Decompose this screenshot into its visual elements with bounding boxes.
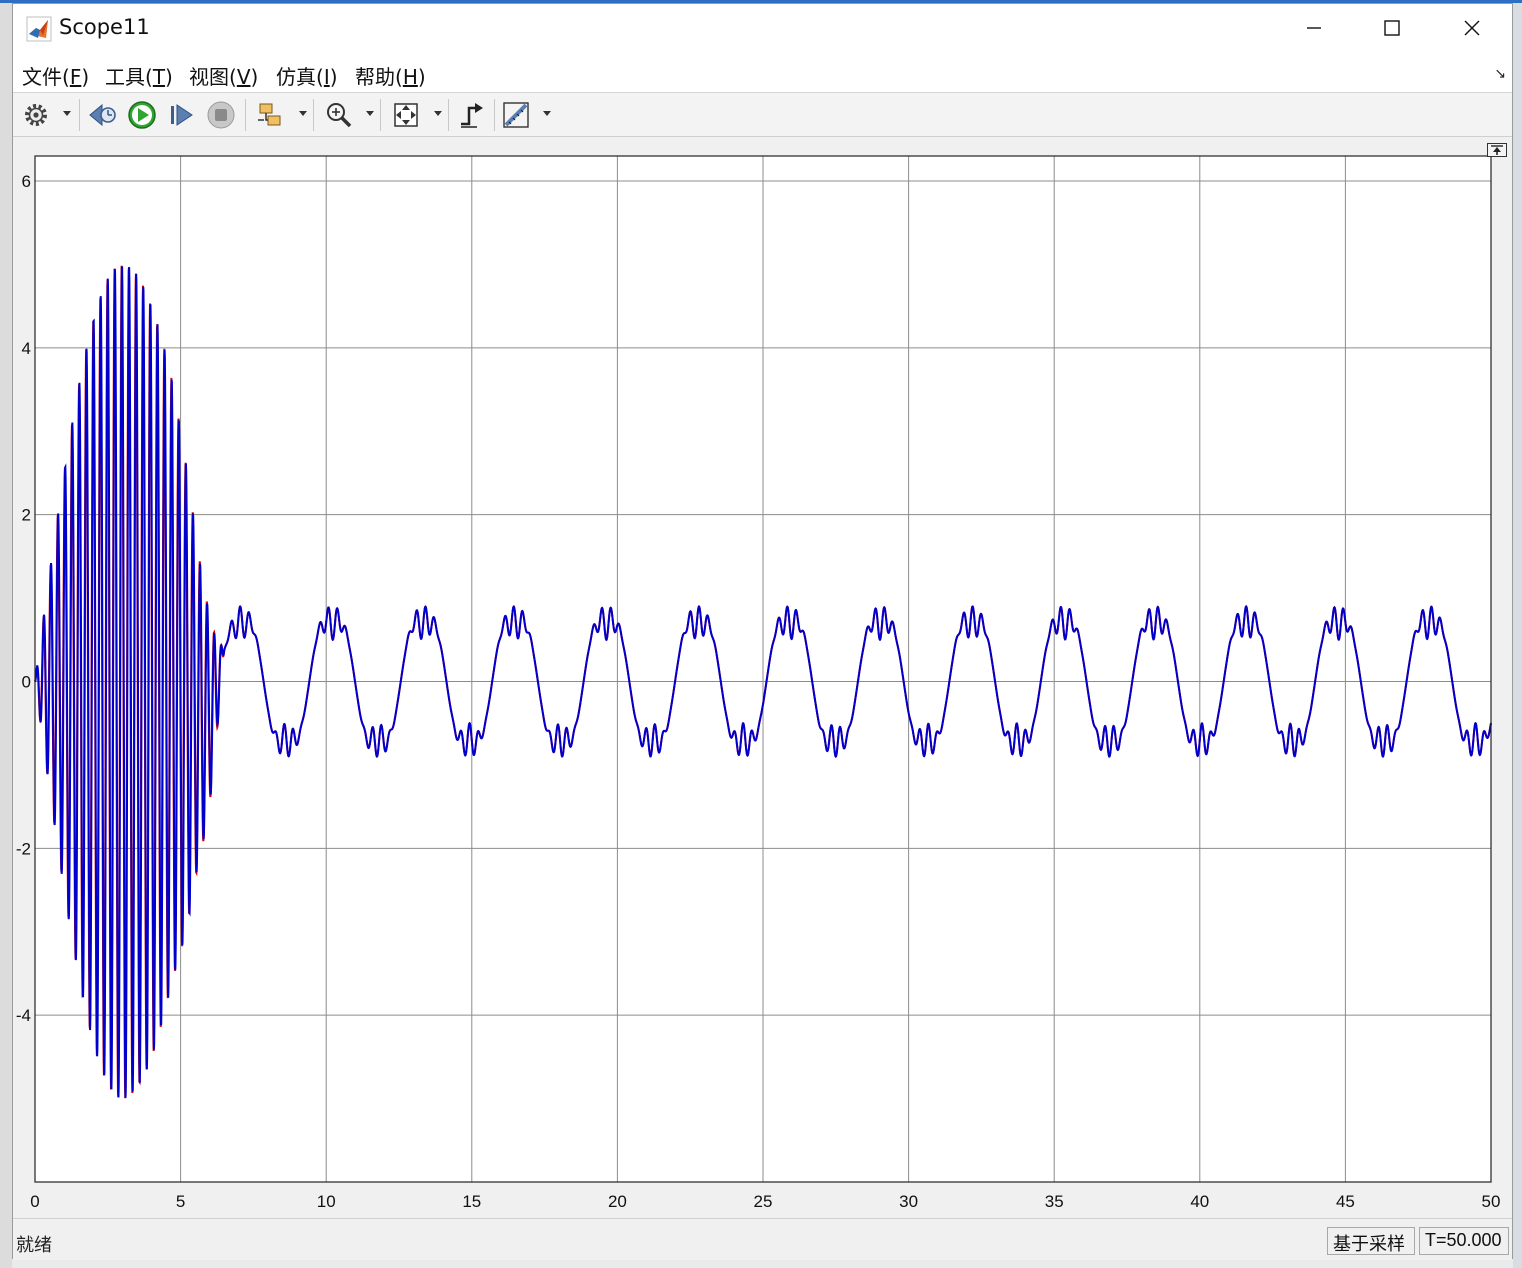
scope-window: Scope11 文件(F) 工具(T) 视图(V) 仿真(I) 帮助(H) ↘	[12, 3, 1513, 1260]
run-button[interactable]	[126, 99, 158, 131]
matlab-logo-icon	[26, 16, 52, 42]
stop-button[interactable]	[205, 99, 237, 131]
step-forward-button[interactable]	[165, 99, 197, 131]
menu-file-tail: )	[81, 65, 90, 89]
menu-view[interactable]: 视图(V)	[189, 61, 258, 90]
highlight-block-icon	[258, 103, 281, 126]
x-tick-label: 20	[608, 1192, 627, 1211]
autoscale-button[interactable]	[390, 99, 422, 131]
y-tick-label: -2	[16, 839, 31, 858]
settings-dropdown-icon[interactable]	[63, 111, 71, 116]
desktop-background-left	[0, 0, 12, 1268]
undock-button[interactable]	[1487, 142, 1507, 157]
menu-tools-label: 工具(	[105, 65, 153, 89]
title-bar[interactable]: Scope11	[13, 4, 1512, 52]
x-tick-label: 40	[1190, 1192, 1209, 1211]
menu-tools-tail: )	[165, 65, 173, 89]
menu-help-key: H	[402, 65, 418, 89]
trigger-button[interactable]	[456, 99, 488, 131]
fit-to-view-icon	[394, 103, 418, 127]
step-forward-icon	[171, 104, 193, 126]
menu-file-key: F	[69, 65, 82, 89]
y-tick-label: 6	[22, 172, 31, 191]
trigger-icon	[461, 103, 483, 128]
zoom-button[interactable]	[323, 99, 355, 131]
toolbar	[13, 92, 1512, 137]
measure-button[interactable]	[500, 99, 532, 131]
menu-simulation-tail: )	[329, 65, 338, 89]
highlight-button[interactable]	[255, 99, 287, 131]
x-tick-label: 0	[30, 1192, 39, 1211]
toolbar-separator	[380, 99, 381, 131]
menu-view-label: 视图(	[189, 65, 237, 89]
scope-axes[interactable]: 0 5 10 15 20 25 30 35 40 45 506420-2-4	[13, 137, 1512, 1218]
y-tick-label: -4	[16, 1006, 31, 1025]
x-tick-label: 10	[317, 1192, 336, 1211]
menu-file-label: 文件(	[22, 65, 70, 89]
minimize-icon	[1307, 27, 1321, 29]
toolbar-separator	[448, 99, 449, 131]
menu-tools[interactable]: 工具(T)	[105, 61, 173, 90]
y-tick-label: 4	[22, 339, 31, 358]
x-tick-label: 50	[1482, 1192, 1501, 1211]
sample-mode-indicator: 基于采样	[1327, 1227, 1415, 1255]
plot-panel: 0 5 10 15 20 25 30 35 40 45 50 6 4 2 0 -2 -4	[13, 137, 1512, 1218]
stop-icon	[207, 101, 235, 129]
simulation-time: T=50.000	[1419, 1227, 1509, 1255]
autoscale-dropdown-icon[interactable]	[434, 111, 442, 116]
zoom-dropdown-icon[interactable]	[366, 111, 374, 116]
x-tick-label: 5	[176, 1192, 185, 1211]
maximize-icon	[1384, 20, 1400, 36]
menu-view-key: V	[236, 65, 251, 89]
desktop-background-right	[1513, 0, 1522, 1268]
step-back-icon	[89, 103, 116, 127]
undock-icon	[1487, 143, 1507, 157]
menu-help-tail: )	[417, 65, 426, 89]
status-bar: 就绪 基于采样 T=50.000	[13, 1218, 1512, 1260]
measure-dropdown-icon[interactable]	[543, 111, 551, 116]
x-tick-label: 45	[1336, 1192, 1355, 1211]
close-icon	[1464, 20, 1480, 36]
settings-button[interactable]	[20, 99, 52, 131]
menu-help[interactable]: 帮助(H)	[355, 61, 426, 90]
x-tick-label: 15	[462, 1192, 481, 1211]
menu-simulation[interactable]: 仿真(I)	[276, 61, 338, 90]
y-tick-label: 0	[22, 673, 31, 692]
toolbar-separator	[245, 99, 246, 131]
maximize-button[interactable]	[1352, 4, 1432, 52]
menu-view-tail: )	[250, 65, 259, 89]
gear-icon	[25, 104, 47, 126]
ruler-icon	[503, 102, 529, 128]
menu-tools-key: T	[152, 65, 166, 89]
x-tick-label: 35	[1045, 1192, 1064, 1211]
menu-help-label: 帮助(	[355, 65, 403, 89]
toolbar-separator	[494, 99, 495, 131]
menu-bar: 文件(F) 工具(T) 视图(V) 仿真(I) 帮助(H) ↘	[13, 52, 1512, 92]
play-icon	[128, 101, 156, 129]
minimize-button[interactable]	[1274, 4, 1354, 52]
status-text: 就绪	[16, 1235, 52, 1256]
zoom-in-icon	[327, 103, 352, 128]
menu-file[interactable]: 文件(F)	[22, 61, 89, 90]
step-back-button[interactable]	[87, 99, 119, 131]
x-tick-label: 30	[899, 1192, 918, 1211]
highlight-dropdown-icon[interactable]	[299, 111, 307, 116]
x-tick-label: 25	[754, 1192, 773, 1211]
toolbar-separator	[79, 99, 80, 131]
toolbar-separator	[313, 99, 314, 131]
menu-simulation-label: 仿真(	[276, 65, 324, 89]
y-tick-label: 2	[22, 506, 31, 525]
close-button[interactable]	[1432, 4, 1512, 52]
menu-overflow-icon[interactable]: ↘	[1494, 66, 1506, 82]
window-title: Scope11	[59, 15, 150, 39]
